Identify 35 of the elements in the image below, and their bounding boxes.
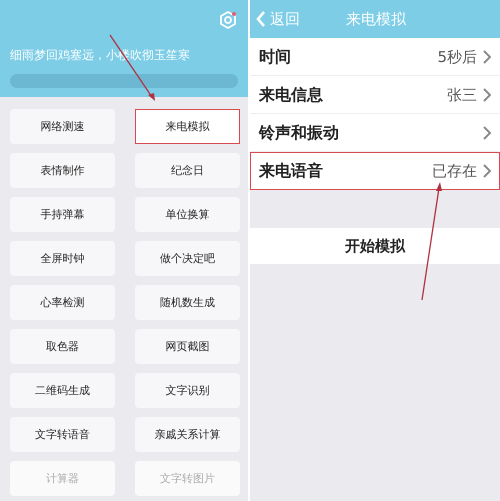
page-title: 来电模拟 (346, 10, 406, 28)
tool-button[interactable]: 文字识别 (135, 373, 240, 408)
tool-button[interactable]: 做个决定吧 (135, 241, 240, 276)
tool-button[interactable]: 全屏时钟 (10, 241, 115, 276)
chevron-icon (483, 164, 491, 178)
setting-value: 张三 (447, 86, 477, 104)
chevron-icon (483, 88, 491, 102)
setting-row[interactable]: 来电信息 张三 (250, 76, 500, 114)
tool-button[interactable]: 单位换算 (135, 197, 240, 232)
setting-row[interactable]: 铃声和振动 (250, 114, 500, 152)
setting-label: 时间 (259, 46, 292, 68)
chevron-icon (483, 126, 491, 140)
tool-button[interactable]: 来电模拟 (135, 109, 240, 144)
setting-label: 铃声和振动 (259, 122, 340, 144)
tool-button[interactable]: 亲戚关系计算 (135, 417, 240, 452)
start-button[interactable]: 开始模拟 (250, 228, 500, 264)
setting-label: 来电信息 (259, 84, 324, 106)
tool-button[interactable]: 表情制作 (10, 153, 115, 188)
setting-row[interactable]: 时间 5秒后 (250, 38, 500, 76)
tool-button[interactable]: 纪念日 (135, 153, 240, 188)
setting-label: 来电语音 (259, 160, 324, 182)
tool-button[interactable]: 网络测速 (10, 109, 115, 144)
tool-button[interactable]: 网页截图 (135, 329, 240, 364)
tool-button[interactable]: 心率检测 (10, 285, 115, 320)
tool-button[interactable]: 手持弹幕 (10, 197, 115, 232)
tool-button[interactable]: 二维码生成 (10, 373, 115, 408)
back-icon (256, 11, 266, 27)
settings-icon[interactable] (218, 10, 238, 30)
tool-button[interactable]: 取色器 (10, 329, 115, 364)
tool-button[interactable]: 随机数生成 (135, 285, 240, 320)
tool-button[interactable]: 文字转语音 (10, 417, 115, 452)
setting-value: 已存在 (432, 162, 477, 180)
setting-value: 5秒后 (437, 48, 477, 66)
chevron-icon (483, 50, 491, 64)
setting-row[interactable]: 来电语音 已存在 (250, 152, 500, 190)
